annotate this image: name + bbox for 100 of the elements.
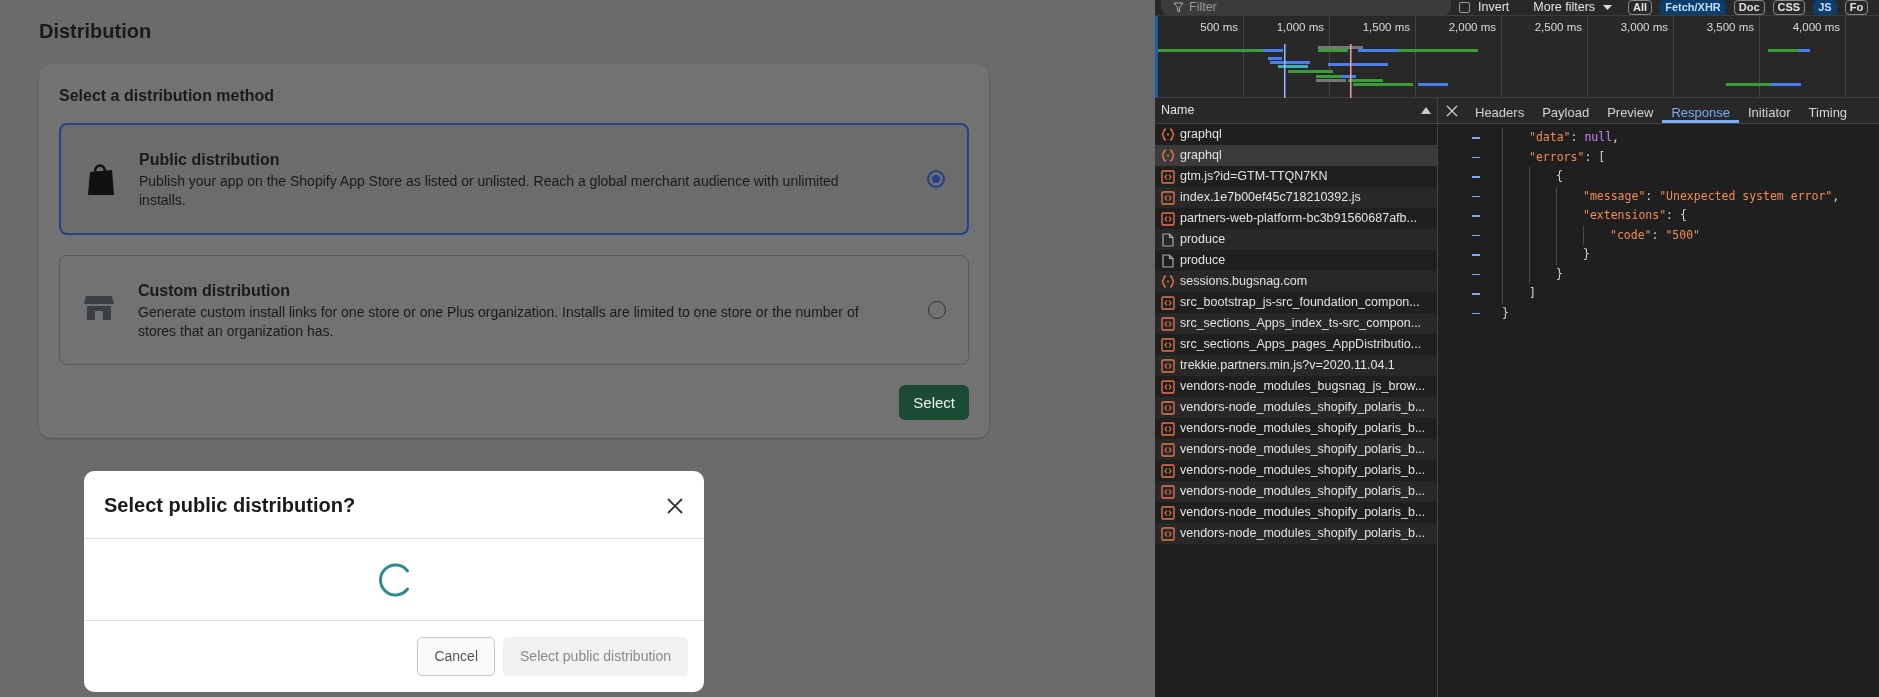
request-row[interactable]: graphql [1155, 124, 1437, 145]
request-row[interactable]: vendors-node_modules_shopify_polaris_b... [1155, 481, 1437, 502]
code-file-icon [1161, 316, 1175, 331]
request-name: src_sections_Apps_index_ts-src_compon... [1180, 315, 1422, 333]
filter-placeholder: Filter [1189, 0, 1217, 15]
request-name: vendors-node_modules_shopify_polaris_b... [1180, 462, 1426, 480]
invert-label: Invert [1478, 0, 1510, 15]
timeline-tick-label: 3,000 ms [1588, 16, 1674, 97]
request-name: vendors-node_modules_shopify_polaris_b... [1180, 420, 1426, 438]
braces-icon [1161, 274, 1175, 289]
request-row[interactable]: src_sections_Apps_pages_AppDistributio... [1155, 334, 1437, 355]
request-name: produce [1180, 252, 1226, 270]
column-header[interactable]: Name [1161, 101, 1195, 120]
request-row[interactable]: partners-web-platform-bc3b91560687afb... [1155, 208, 1437, 229]
document-icon [1161, 232, 1175, 247]
request-name: sessions.bugsnag.com [1180, 273, 1308, 291]
sort-ascending-icon[interactable] [1421, 106, 1431, 115]
braces-icon [1161, 148, 1175, 163]
request-row[interactable]: gtm.js?id=GTM-TTQN7KN [1155, 166, 1437, 187]
request-row[interactable]: vendors-node_modules_shopify_polaris_b... [1155, 439, 1437, 460]
filter-field[interactable]: Filter [1161, 0, 1451, 15]
load-marker-line [1284, 44, 1286, 98]
request-row[interactable]: vendors-node_modules_shopify_polaris_b... [1155, 418, 1437, 439]
request-name: vendors-node_modules_shopify_polaris_b... [1180, 441, 1426, 459]
panel-tab[interactable]: Preview [1598, 98, 1663, 123]
request-row[interactable]: graphql [1155, 145, 1437, 166]
code-line: "data": null, [1529, 129, 1620, 147]
code-line: ] [1529, 285, 1536, 303]
request-bar [1418, 83, 1448, 86]
request-row[interactable]: vendors-node_modules_shopify_polaris_b... [1155, 397, 1437, 418]
option-title: Public distribution [139, 150, 281, 170]
code-file-icon [1161, 211, 1175, 226]
type-filter-chip[interactable]: JS [1813, 0, 1837, 15]
request-name: src_sections_Apps_pages_AppDistributio... [1180, 336, 1422, 354]
code-file-icon [1161, 295, 1175, 310]
request-row[interactable]: vendors-node_modules_bugsnag_js_brow... [1155, 376, 1437, 397]
request-name: graphql [1180, 126, 1222, 144]
panel-tab[interactable]: Headers [1466, 98, 1534, 123]
panel-tab[interactable]: Initiator [1738, 98, 1800, 123]
type-filter-chip[interactable]: CSS [1772, 0, 1806, 15]
request-name: vendors-node_modules_bugsnag_js_brow... [1180, 378, 1426, 396]
request-row[interactable]: produce [1155, 229, 1437, 250]
code-line: "errors": [ [1529, 148, 1606, 166]
code-line: "code": "500" [1610, 226, 1701, 244]
request-row[interactable]: produce [1155, 250, 1437, 271]
load-marker-line [1350, 44, 1352, 98]
code-line: } [1583, 246, 1590, 264]
code-line: } [1556, 265, 1563, 283]
select-button[interactable]: Select [899, 385, 969, 420]
code-file-icon [1161, 169, 1175, 184]
code-file-icon [1161, 379, 1175, 394]
option-title: Custom distribution [138, 281, 291, 301]
request-name: graphql [1180, 147, 1222, 165]
caret-icon [1603, 5, 1613, 10]
request-bar [1328, 63, 1388, 66]
type-filter-chip[interactable]: Doc [1733, 0, 1765, 15]
option-description: Generate custom install links for one store or one Plus organization. Installs are limited to one store or the number of stores that an organization has. [138, 303, 860, 341]
panel-tab[interactable]: Timing [1799, 98, 1857, 123]
request-row[interactable]: src_sections_Apps_index_ts-src_compon... [1155, 313, 1437, 334]
invert-checkbox[interactable] [1459, 2, 1470, 13]
request-name: vendors-node_modules_shopify_polaris_b... [1180, 525, 1426, 543]
request-row[interactable]: index.1e7b00ef45c718210392.js [1155, 187, 1437, 208]
code-file-icon [1161, 442, 1175, 457]
request-row[interactable]: trekkie.partners.min.js?v=2020.11.04.1 [1155, 355, 1437, 376]
more-filters-button[interactable]: More filters [1533, 0, 1613, 15]
request-bar [1288, 70, 1333, 73]
panel-tab[interactable]: Payload [1533, 98, 1599, 123]
request-name: vendors-node_modules_shopify_polaris_b... [1180, 504, 1426, 522]
shopping-bag-icon [85, 161, 117, 197]
request-name: trekkie.partners.min.js?v=2020.11.04.1 [1180, 357, 1395, 375]
modal-title: Select public distribution? [104, 493, 356, 518]
radio-button[interactable] [927, 170, 945, 188]
request-row[interactable]: vendors-node_modules_shopify_polaris_b... [1155, 502, 1437, 523]
document-icon [1161, 253, 1175, 268]
request-row[interactable]: vendors-node_modules_shopify_polaris_b... [1155, 460, 1437, 481]
card-title: Select a distribution method [59, 86, 276, 106]
code-line: { [1556, 168, 1563, 186]
code-file-icon [1161, 484, 1175, 499]
panel-tab[interactable]: Response [1662, 98, 1739, 123]
type-filter-chip[interactable]: All [1628, 0, 1653, 15]
request-name: vendors-node_modules_shopify_polaris_b... [1180, 399, 1426, 417]
code-file-icon [1161, 190, 1175, 205]
request-row[interactable]: vendors-node_modules_shopify_polaris_b... [1155, 523, 1437, 544]
request-row[interactable]: src_bootstrap_js-src_foundation_compon... [1155, 292, 1437, 313]
timeline-tick-label: 2,500 ms [1502, 16, 1588, 97]
cancel-button[interactable]: Cancel [417, 637, 495, 676]
request-name: gtm.js?id=GTM-TTQN7KN [1180, 168, 1328, 186]
request-name: vendors-node_modules_shopify_polaris_b... [1180, 483, 1426, 501]
code-file-icon [1161, 526, 1175, 541]
filter-icon [1173, 2, 1184, 13]
code-file-icon [1161, 400, 1175, 415]
type-filter-chip[interactable]: Fo [1844, 0, 1869, 15]
distribution-option[interactable]: Custom distribution Generate custom install links for one store or one Plus organization. Installs are limited to one store or the number of stores that an organization has. [59, 255, 969, 365]
request-row[interactable]: sessions.bugsnag.com [1155, 271, 1437, 292]
page-title: Distribution [39, 19, 153, 44]
type-filter-chip[interactable]: Fetch/XHR [1660, 0, 1726, 15]
request-name: index.1e7b00ef45c718210392.js [1180, 189, 1361, 207]
option-description: Publish your app on the Shopify App Store as listed or unlisted. Reach a global merchant audience with unlimited installs. [139, 172, 840, 210]
request-name: src_bootstrap_js-src_foundation_compon... [1180, 294, 1420, 312]
code-line: "extensions": { [1583, 207, 1687, 225]
